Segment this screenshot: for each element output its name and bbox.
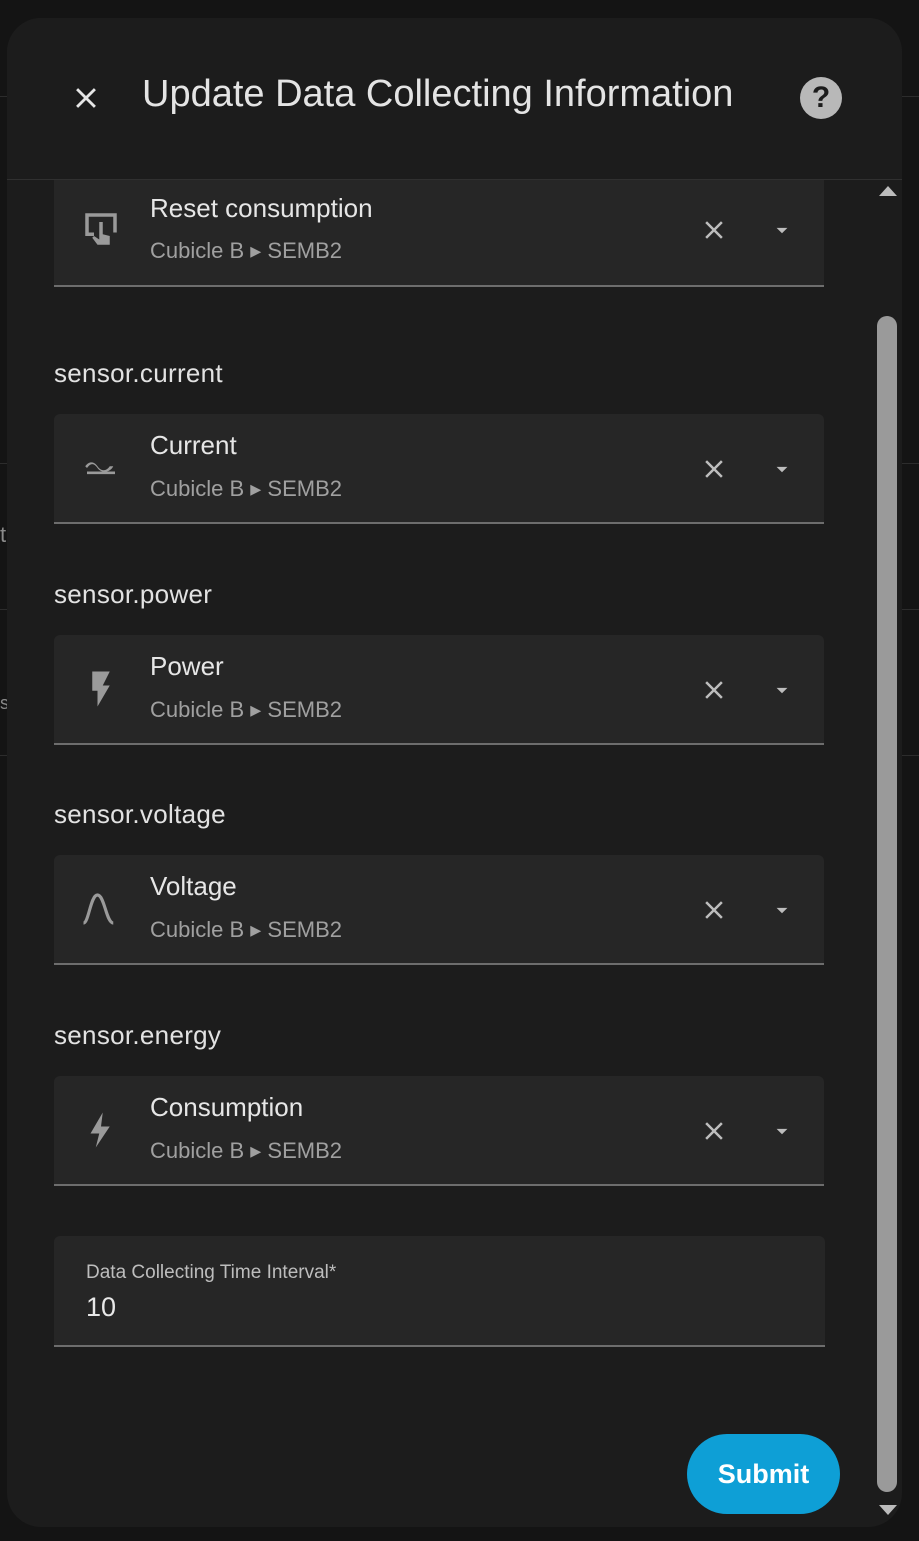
interval-field[interactable]: Data Collecting Time Interval* [54,1236,825,1347]
close-icon [705,901,723,919]
close-icon [705,681,723,699]
entity-location: Cubicle B ▸ SEMB2 [150,917,343,942]
clear-button[interactable] [694,890,734,930]
dialog-header: Update Data Collecting Information ? [7,18,902,179]
close-icon [705,221,723,239]
scrollbar[interactable] [875,180,902,1527]
section-label-sensor-energy: sensor.energy [54,1020,222,1050]
entity-name: Voltage [150,871,237,901]
entity-picker-power[interactable]: Power Cubicle B ▸ SEMB2 [54,635,824,745]
clear-button[interactable] [694,210,734,250]
dialog-title: Update Data Collecting Information [142,73,734,115]
dropdown-toggle[interactable] [762,890,802,930]
entity-name: Current [150,430,237,460]
section-label-sensor-power: sensor.power [54,579,213,609]
entity-name: Power [150,651,224,681]
entity-picker-current[interactable]: Current Cubicle B ▸ SEMB2 [54,414,824,524]
current-ac-icon [85,462,115,475]
chevron-down-icon [776,466,788,473]
entity-picker-voltage[interactable]: Voltage Cubicle B ▸ SEMB2 [54,855,824,965]
close-icon [705,460,723,478]
entity-location: Cubicle B ▸ SEMB2 [150,476,343,501]
flash-icon [92,671,110,707]
chevron-down-icon [776,227,788,234]
chevron-down-icon [776,1128,788,1135]
close-icon [705,1122,723,1140]
section-label-sensor-voltage: sensor.voltage [54,799,226,829]
help-circle-icon: ? [811,81,831,114]
entity-name: Consumption [150,1092,304,1122]
button-press-icon [85,213,117,245]
scrollbar-thumb[interactable] [877,316,897,1492]
update-dialog: Update Data Collecting Information ? Res… [7,18,902,1527]
clear-button[interactable] [694,670,734,710]
interval-input[interactable] [86,1290,786,1324]
section-label-sensor-current: sensor.current [54,358,223,388]
entity-location: Cubicle B ▸ SEMB2 [150,1138,343,1163]
entity-name: Reset consumption [150,193,373,223]
submit-button[interactable]: Submit [687,1434,840,1514]
sine-wave-icon [82,893,114,925]
close-button[interactable] [62,74,110,122]
entity-picker-reset-consumption[interactable]: Reset consumption Cubicle B ▸ SEMB2 [54,180,824,287]
entity-location: Cubicle B ▸ SEMB2 [150,697,343,722]
dropdown-toggle[interactable] [762,670,802,710]
entity-picker-consumption[interactable]: Consumption Cubicle B ▸ SEMB2 [54,1076,824,1186]
dropdown-toggle[interactable] [762,210,802,250]
interval-label: Data Collecting Time Interval* [86,1262,337,1283]
clear-button[interactable] [694,449,734,489]
chevron-down-icon [776,687,788,694]
entity-location: Cubicle B ▸ SEMB2 [150,238,343,263]
dropdown-toggle[interactable] [762,449,802,489]
scroll-up-arrow[interactable] [879,186,897,196]
lightning-bolt-icon [90,1112,110,1148]
scroll-down-arrow[interactable] [879,1505,897,1515]
dropdown-toggle[interactable] [762,1111,802,1151]
clear-button[interactable] [694,1111,734,1151]
help-button[interactable]: ? [800,77,842,119]
chevron-down-icon [776,907,788,914]
close-icon [76,88,96,108]
form-content: Reset consumption Cubicle B ▸ SEMB2 sens… [7,180,875,1527]
